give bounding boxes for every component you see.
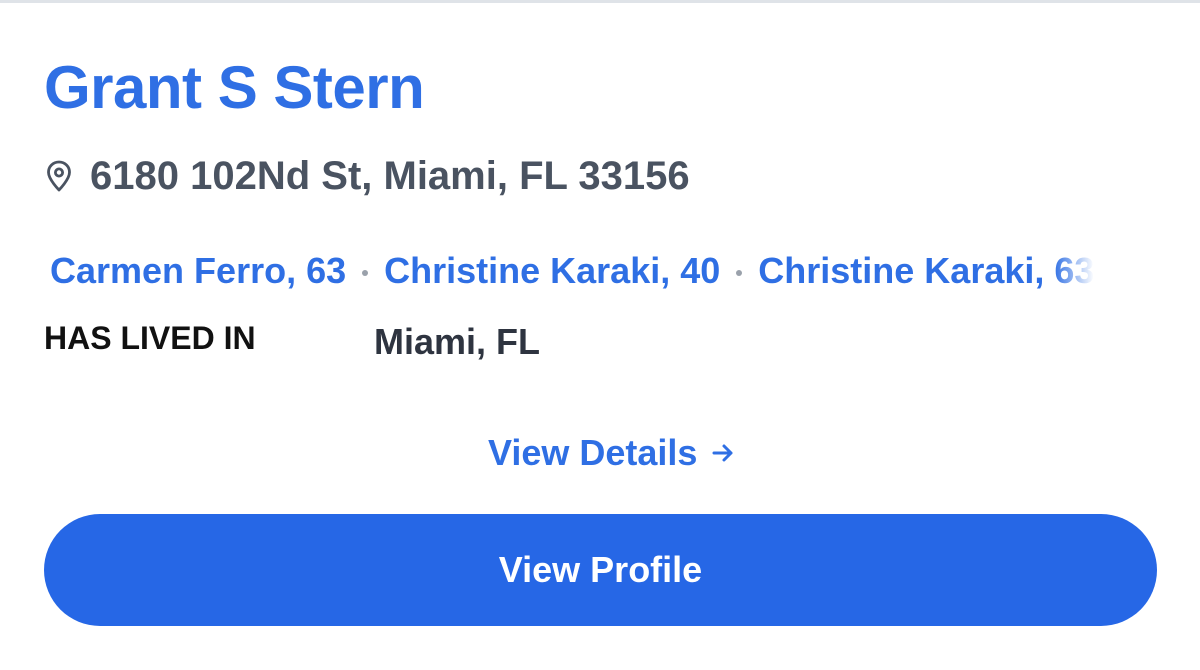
separator-dot (362, 270, 369, 276)
lived-in-label: HAS LIVED IN (44, 320, 256, 356)
person-name-link[interactable]: Grant S Stern (44, 52, 425, 124)
map-pin-icon (44, 159, 74, 193)
arrow-right-icon (711, 441, 735, 465)
relative-link[interactable]: Christine Karaki, 63 (758, 250, 1094, 292)
lived-in-value: Miami, FL (374, 321, 541, 362)
relative-link[interactable]: Carmen Ferro, 63 (50, 250, 346, 292)
view-details-label: View Details (488, 432, 698, 473)
relatives-list: Carmen Ferro, 63 Christine Karaki, 40 Ch… (50, 246, 1200, 296)
view-profile-button[interactable]: View Profile (44, 514, 1157, 626)
separator-dot (736, 270, 743, 276)
address-text: 6180 102Nd St, Miami, FL 33156 (90, 153, 690, 198)
relative-link[interactable]: Christine Karaki, 40 (384, 250, 720, 292)
card-top-border (0, 0, 1200, 3)
address-row: 6180 102Nd St, Miami, FL 33156 (44, 150, 690, 202)
view-details-link[interactable]: View Details (488, 428, 735, 478)
